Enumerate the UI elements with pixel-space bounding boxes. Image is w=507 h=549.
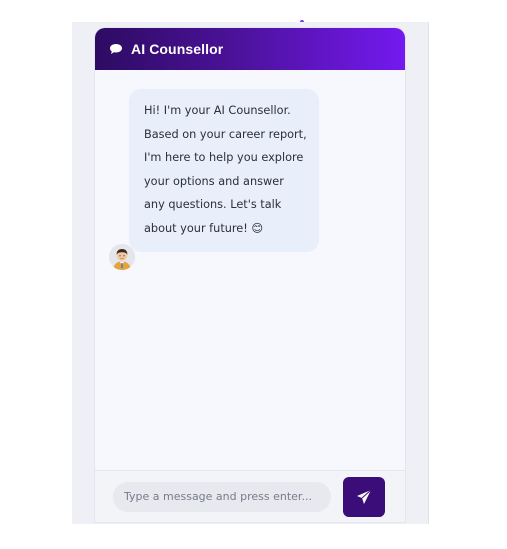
message-list[interactable]: Hi! I'm your AI Counsellor. Based on you… xyxy=(95,70,405,470)
message-composer xyxy=(95,470,405,522)
paper-plane-icon xyxy=(356,489,372,505)
bot-message-bubble: Hi! I'm your AI Counsellor. Based on you… xyxy=(129,89,319,252)
chat-title: AI Counsellor xyxy=(131,41,224,57)
message-input[interactable] xyxy=(113,481,331,512)
send-button[interactable] xyxy=(343,476,385,517)
chat-widget: AI Counsellor Hi! I'm your AI Counsellor… xyxy=(95,28,405,522)
chat-bubble-icon xyxy=(109,43,123,55)
counsellor-avatar xyxy=(109,244,135,270)
page: AI Counsellor Hi! I'm your AI Counsellor… xyxy=(0,0,507,549)
chat-header: AI Counsellor xyxy=(95,28,405,70)
